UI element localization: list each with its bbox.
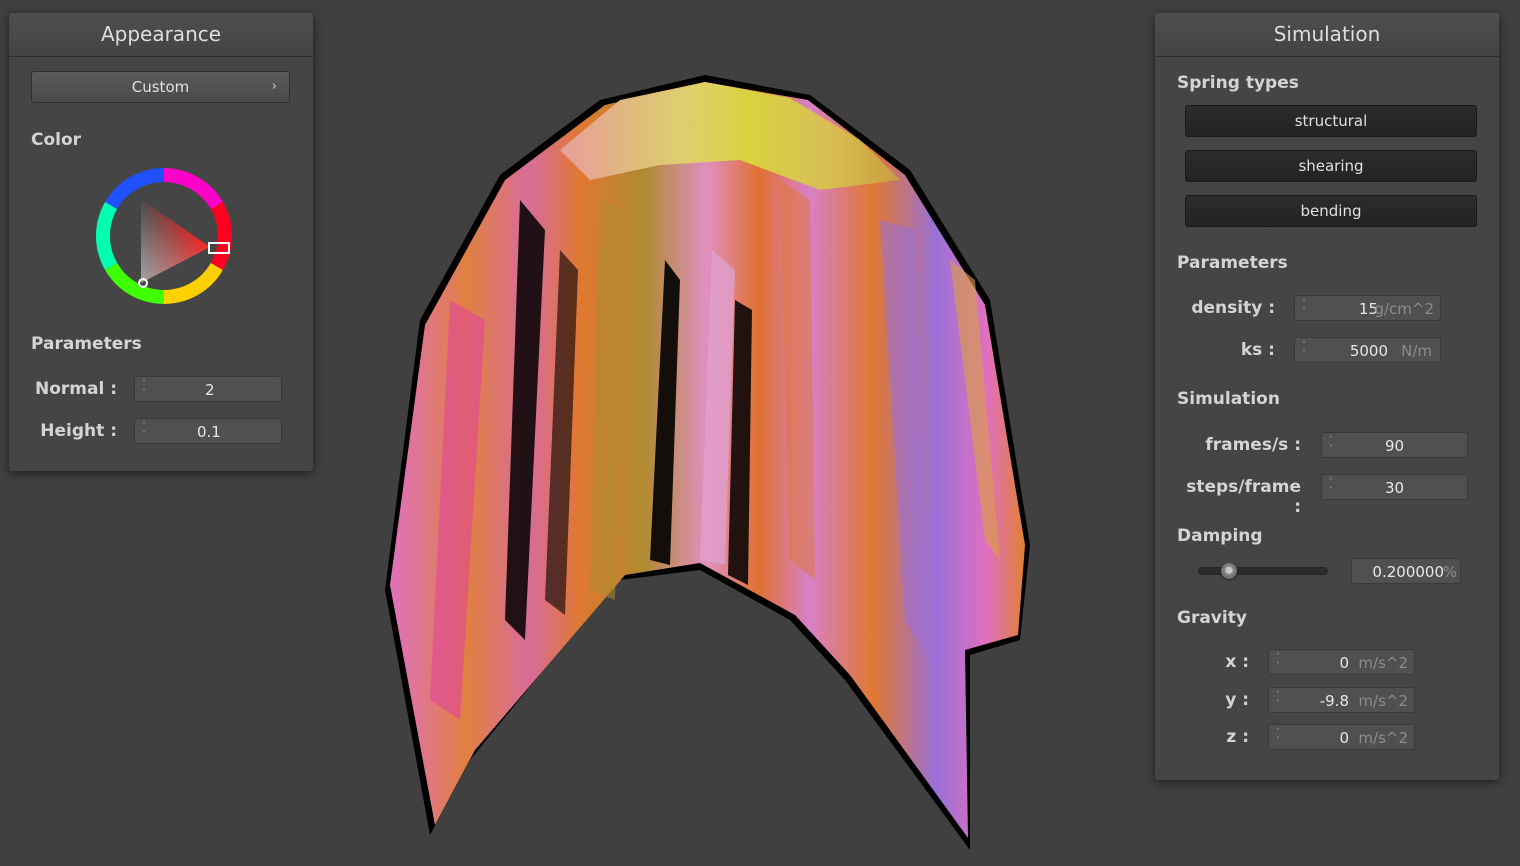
damping-input[interactable]: 0.200000 % [1351,558,1461,584]
damping-label: Damping [1177,526,1263,546]
gravity-x-label: x : [1225,652,1249,672]
density-input[interactable]: ˄ ˅ 15 g/cm^2 [1294,295,1441,321]
frames-per-second-label: frames/s : [1205,435,1301,455]
gravity-label: Gravity [1177,608,1247,628]
appearance-parameters-label: Parameters [31,334,142,354]
spring-types-label: Spring types [1177,73,1299,93]
normal-input[interactable]: ˄ ˅ 2 [134,376,282,402]
appearance-panel: Appearance Custom › Color Parameters Nor… [9,13,313,471]
gravity-z-label: z : [1226,727,1249,747]
damping-slider-track [1198,567,1328,575]
spinner-arrows-icon[interactable]: ˄ ˅ [1326,477,1336,495]
color-section-label: Color [31,130,82,150]
simulation-panel-title[interactable]: Simulation [1155,13,1499,57]
normal-label: Normal : [34,379,117,399]
appearance-panel-title[interactable]: Appearance [9,13,313,57]
bending-toggle-button[interactable]: bending [1185,195,1477,227]
color-wheel[interactable] [94,166,234,306]
ks-input[interactable]: ˄ ˅ 5000 N/m [1294,337,1441,363]
height-input[interactable]: ˄ ˅ 0.1 [134,418,282,444]
simulation-section-label: Simulation [1177,389,1280,409]
spinner-arrows-icon[interactable]: ˄ ˅ [1273,652,1283,670]
spinner-arrows-icon[interactable]: ˄ ˅ [1299,298,1309,316]
damping-slider[interactable] [1198,561,1328,581]
spinner-arrows-icon[interactable]: ˄ ˅ [1273,690,1283,708]
spinner-arrows-icon[interactable]: ˄ ˅ [139,379,149,397]
height-label: Height : [40,421,117,441]
steps-per-frame-label: steps/frame : [1186,477,1301,517]
spinner-arrows-icon[interactable]: ˄ ˅ [1273,727,1283,745]
frames-per-second-input[interactable]: ˄ ˅ 90 [1321,432,1468,458]
gravity-y-input[interactable]: ˄ ˅ -9.8 m/s^2 [1268,687,1415,713]
shearing-toggle-button[interactable]: shearing [1185,150,1477,182]
gravity-z-input[interactable]: ˄ ˅ 0 m/s^2 [1268,724,1415,750]
spinner-arrows-icon[interactable]: ˄ ˅ [1299,340,1309,358]
preset-label: Custom [131,78,190,96]
slider-knob-icon[interactable] [1220,563,1237,579]
spinner-arrows-icon[interactable]: ˄ ˅ [139,421,149,439]
simulation-parameters-label: Parameters [1177,253,1288,273]
simulation-panel: Simulation Spring types structural shear… [1155,13,1499,780]
density-label: density : [1191,298,1275,318]
preset-dropdown-button[interactable]: Custom › [31,71,290,103]
chevron-right-icon: › [271,79,277,94]
structural-toggle-button[interactable]: structural [1185,105,1477,137]
ks-label: ks : [1240,340,1275,360]
gravity-y-label: y : [1225,690,1249,710]
gravity-x-input[interactable]: ˄ ˅ 0 m/s^2 [1268,649,1415,675]
spinner-arrows-icon[interactable]: ˄ ˅ [1326,435,1336,453]
steps-per-frame-input[interactable]: ˄ ˅ 30 [1321,474,1468,500]
